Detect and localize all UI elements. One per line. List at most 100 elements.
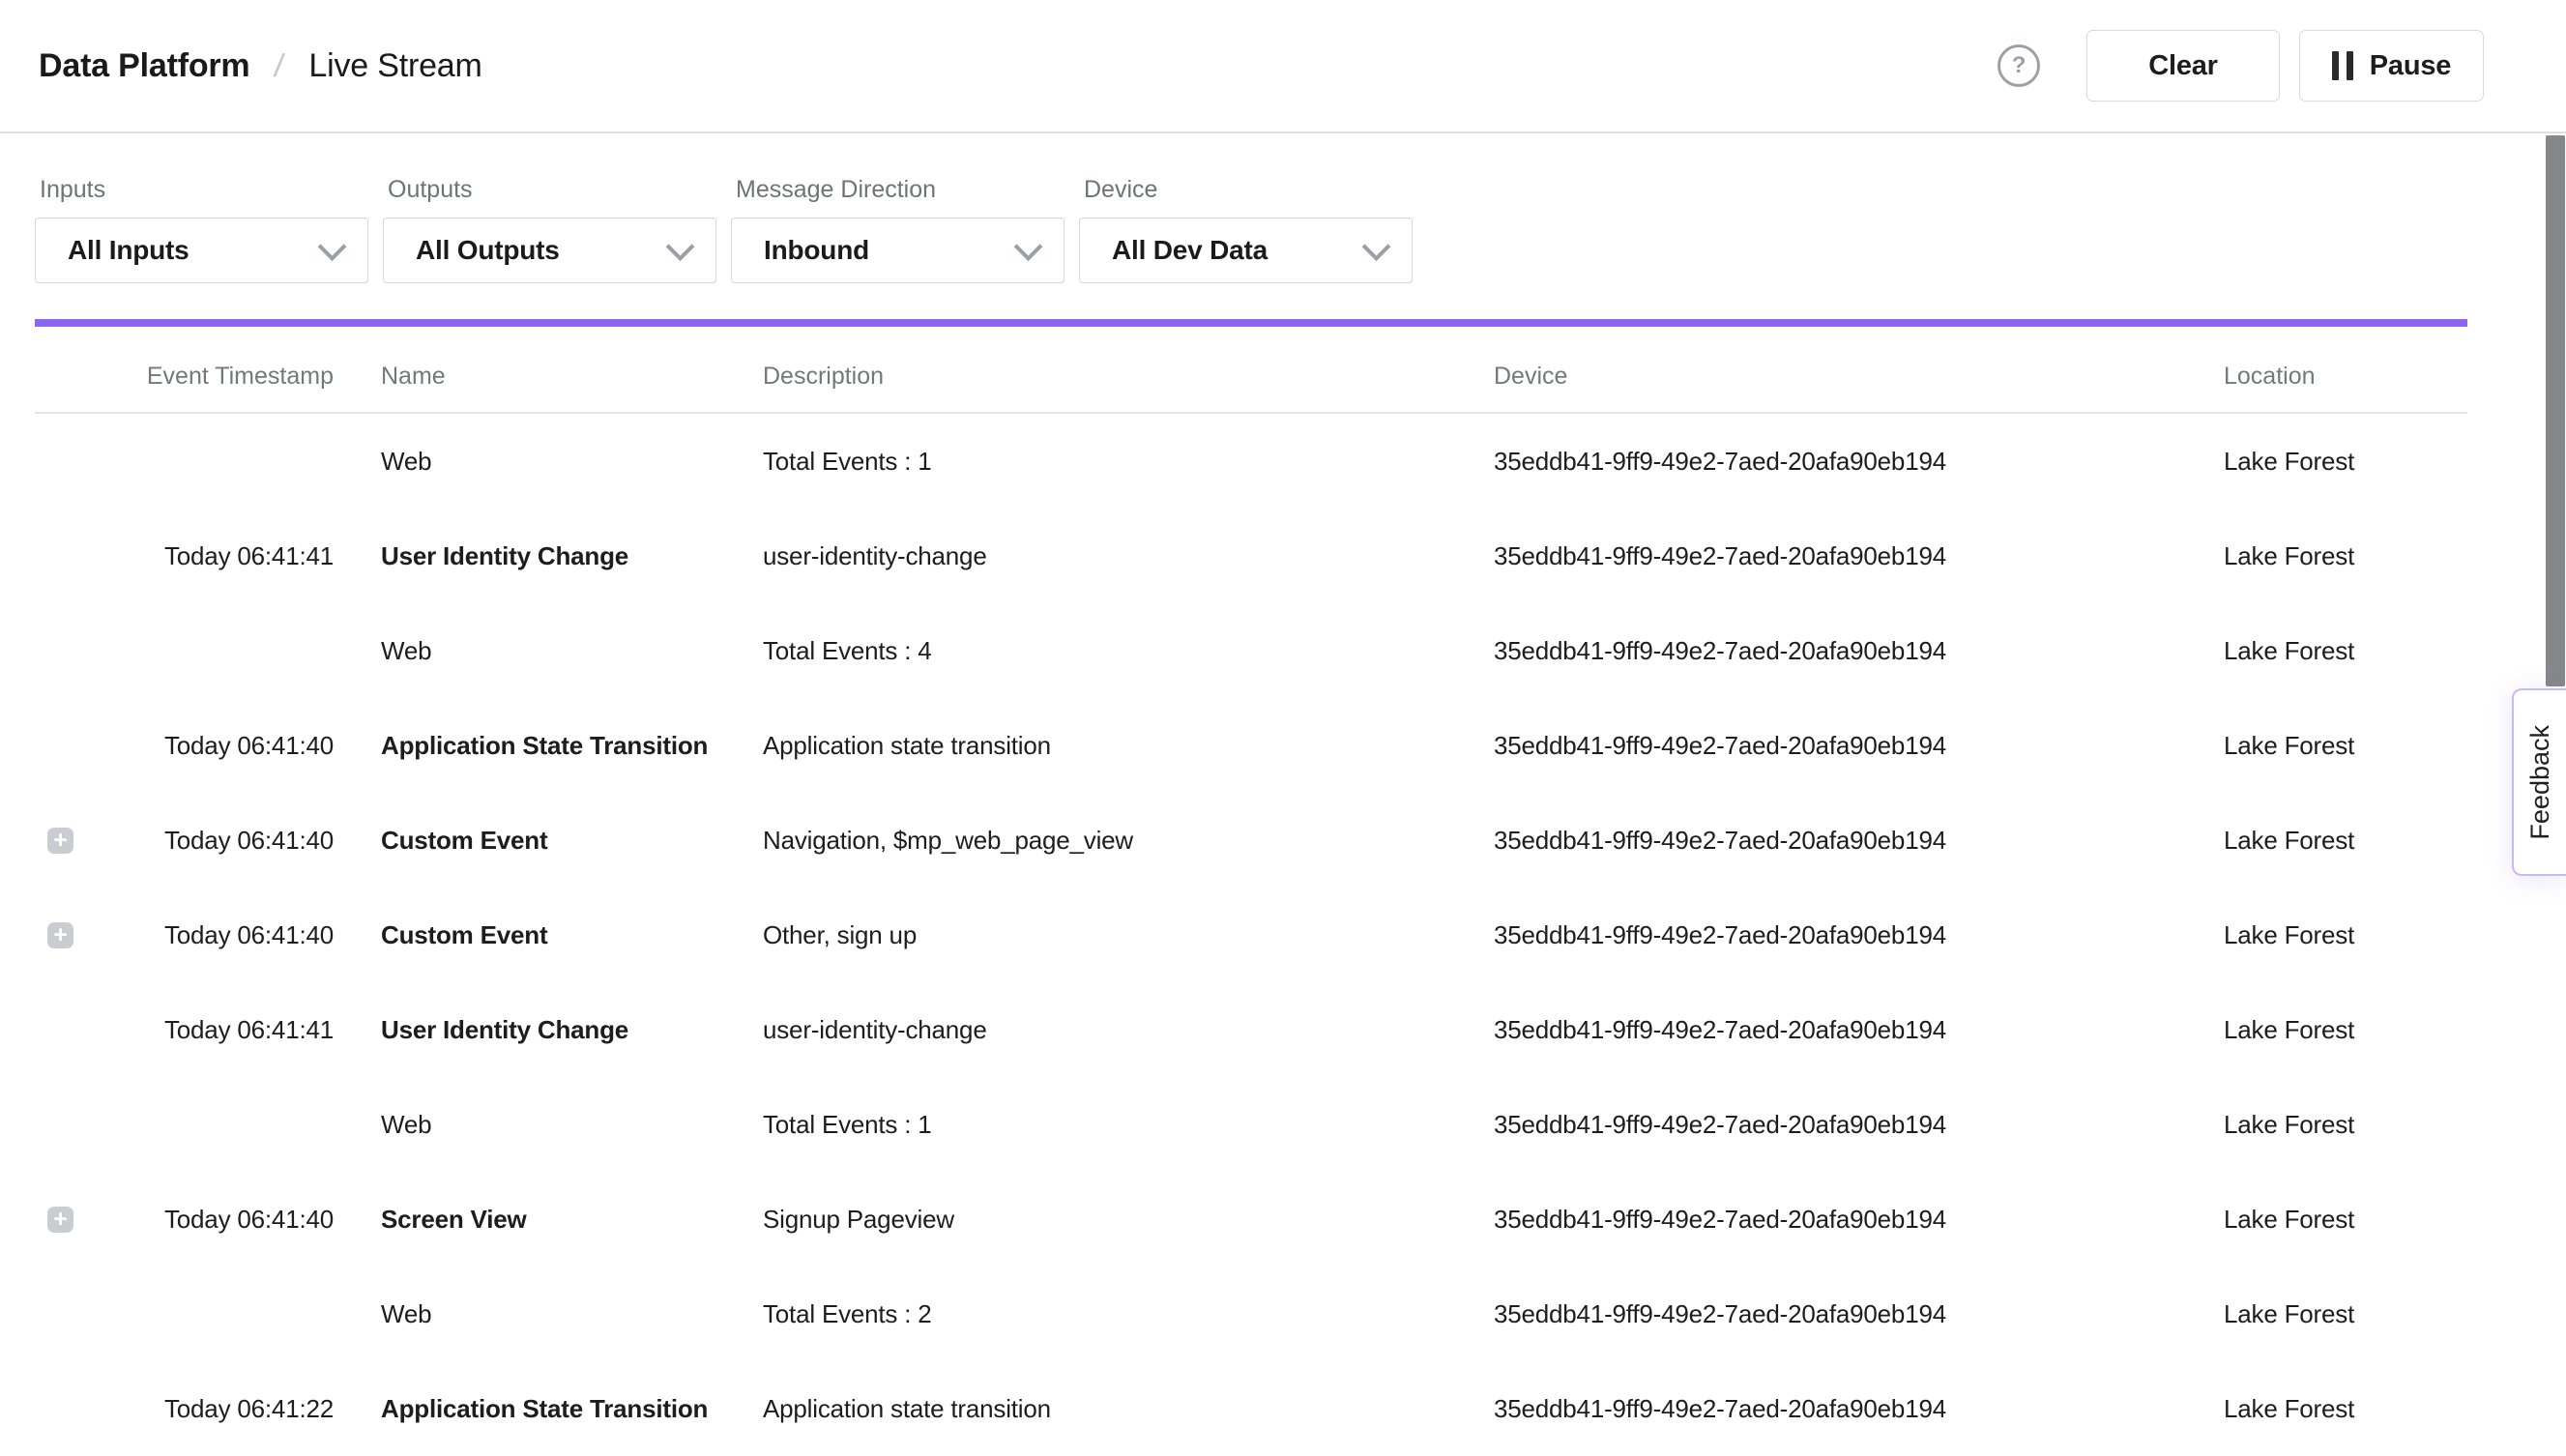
event-description: Signup Pageview [763,1205,1494,1235]
column-header-name: Name [334,363,763,391]
table-row[interactable]: Web Total Events : 2 35eddb41-9ff9-49e2-… [35,1267,2467,1361]
event-description: user-identity-change [763,541,1494,571]
event-description: Total Events : 2 [763,1299,1494,1329]
device-filter-label: Device [1084,176,1413,204]
event-location: Lake Forest [2224,731,2466,761]
scrollbar-thumb[interactable] [2546,135,2565,686]
pause-button-label: Pause [2370,50,2451,82]
event-description: Total Events : 4 [763,636,1494,666]
outputs-filter-value: All Outputs [416,235,560,266]
plus-icon: + [53,1208,68,1232]
event-description: Total Events : 1 [763,447,1494,477]
feedback-tab[interactable]: Feedback [2512,688,2566,876]
chevron-down-icon [1014,232,1043,261]
event-location: Lake Forest [2224,447,2466,477]
event-timestamp: Today 06:41:40 [93,1205,334,1235]
chevron-down-icon [318,232,347,261]
expand-row-button[interactable]: + [47,1207,73,1233]
breadcrumb-section[interactable]: Data Platform [39,47,249,85]
message-direction-filter-label: Message Direction [736,176,1064,204]
filter-group-inputs: Inputs All Inputs [35,133,368,283]
event-name: Custom Event [334,826,763,856]
column-header-location: Location [2224,363,2466,391]
inputs-filter-value: All Inputs [68,235,190,266]
filter-group-device: Device All Dev Data [1079,133,1413,283]
event-device: 35eddb41-9ff9-49e2-7aed-20afa90eb194 [1494,636,2224,666]
table-row[interactable]: Today 06:41:22 Application State Transit… [35,1361,2467,1456]
event-timestamp: Today 06:41:40 [93,920,334,950]
event-location: Lake Forest [2224,826,2466,856]
event-name: Application State Transition [334,1394,763,1424]
event-device: 35eddb41-9ff9-49e2-7aed-20afa90eb194 [1494,1205,2224,1235]
breadcrumb: Data Platform / Live Stream [39,47,482,85]
event-name: Screen View [334,1205,763,1235]
plus-icon: + [53,829,68,853]
inputs-filter-dropdown[interactable]: All Inputs [35,218,368,283]
table-row[interactable]: Today 06:41:40 Application State Transit… [35,698,2467,793]
chevron-down-icon [1362,232,1391,261]
event-timestamp: Today 06:41:22 [93,1394,334,1424]
outputs-filter-label: Outputs [388,176,716,204]
event-device: 35eddb41-9ff9-49e2-7aed-20afa90eb194 [1494,826,2224,856]
message-direction-filter-dropdown[interactable]: Inbound [731,218,1064,283]
help-icon[interactable]: ? [1997,44,2040,87]
message-direction-filter-value: Inbound [764,235,869,266]
table-row[interactable]: Web Total Events : 1 35eddb41-9ff9-49e2-… [35,1077,2467,1172]
accent-bar [35,319,2467,327]
event-name: Custom Event [334,920,763,950]
event-description: Other, sign up [763,920,1494,950]
outputs-filter-dropdown[interactable]: All Outputs [383,218,716,283]
event-name: Web [334,1110,763,1140]
device-filter-dropdown[interactable]: All Dev Data [1079,218,1413,283]
live-stream-table: Event Timestamp Name Description Device … [35,327,2467,1456]
event-location: Lake Forest [2224,1299,2466,1329]
event-device: 35eddb41-9ff9-49e2-7aed-20afa90eb194 [1494,447,2224,477]
column-header-device: Device [1494,363,2224,391]
table-row[interactable]: + Today 06:41:40 Custom Event Other, sig… [35,888,2467,982]
event-timestamp: Today 06:41:41 [93,541,334,571]
event-device: 35eddb41-9ff9-49e2-7aed-20afa90eb194 [1494,731,2224,761]
clear-button[interactable]: Clear [2086,30,2280,102]
page-title: Live Stream [308,47,481,85]
event-description: Application state transition [763,731,1494,761]
event-description: Total Events : 1 [763,1110,1494,1140]
event-name: User Identity Change [334,541,763,571]
event-device: 35eddb41-9ff9-49e2-7aed-20afa90eb194 [1494,1015,2224,1045]
filter-group-message-direction: Message Direction Inbound [731,133,1064,283]
chevron-down-icon [666,232,695,261]
event-device: 35eddb41-9ff9-49e2-7aed-20afa90eb194 [1494,1394,2224,1424]
pause-icon [2332,51,2353,80]
pause-button[interactable]: Pause [2299,30,2484,102]
event-device: 35eddb41-9ff9-49e2-7aed-20afa90eb194 [1494,920,2224,950]
event-location: Lake Forest [2224,541,2466,571]
event-name: Web [334,447,763,477]
feedback-tab-label: Feedback [2525,725,2555,840]
column-header-event-timestamp: Event Timestamp [93,363,334,391]
event-timestamp: Today 06:41:40 [93,731,334,761]
table-row[interactable]: Web Total Events : 1 35eddb41-9ff9-49e2-… [35,414,2467,509]
event-name: Web [334,1299,763,1329]
expand-row-button[interactable]: + [47,828,73,854]
device-filter-value: All Dev Data [1112,235,1268,266]
event-device: 35eddb41-9ff9-49e2-7aed-20afa90eb194 [1494,1299,2224,1329]
event-name: User Identity Change [334,1015,763,1045]
event-description: user-identity-change [763,1015,1494,1045]
table-row[interactable]: + Today 06:41:40 Custom Event Navigation… [35,793,2467,888]
expand-row-button[interactable]: + [47,922,73,948]
event-device: 35eddb41-9ff9-49e2-7aed-20afa90eb194 [1494,1110,2224,1140]
header-actions: ? Clear Pause [1997,30,2484,102]
breadcrumb-separator: / [273,47,286,84]
plus-icon: + [53,923,68,947]
event-timestamp: Today 06:41:40 [93,826,334,856]
table-row[interactable]: + Today 06:41:40 Screen View Signup Page… [35,1172,2467,1267]
column-header-description: Description [763,363,1494,391]
event-timestamp: Today 06:41:41 [93,1015,334,1045]
table-row[interactable]: Web Total Events : 4 35eddb41-9ff9-49e2-… [35,603,2467,698]
event-name: Web [334,636,763,666]
event-device: 35eddb41-9ff9-49e2-7aed-20afa90eb194 [1494,541,2224,571]
filter-bar: Inputs All Inputs Outputs All Outputs Me… [35,133,1413,283]
event-location: Lake Forest [2224,1394,2466,1424]
table-row[interactable]: Today 06:41:41 User Identity Change user… [35,509,2467,603]
table-row[interactable]: Today 06:41:41 User Identity Change user… [35,982,2467,1077]
filter-group-outputs: Outputs All Outputs [383,133,716,283]
